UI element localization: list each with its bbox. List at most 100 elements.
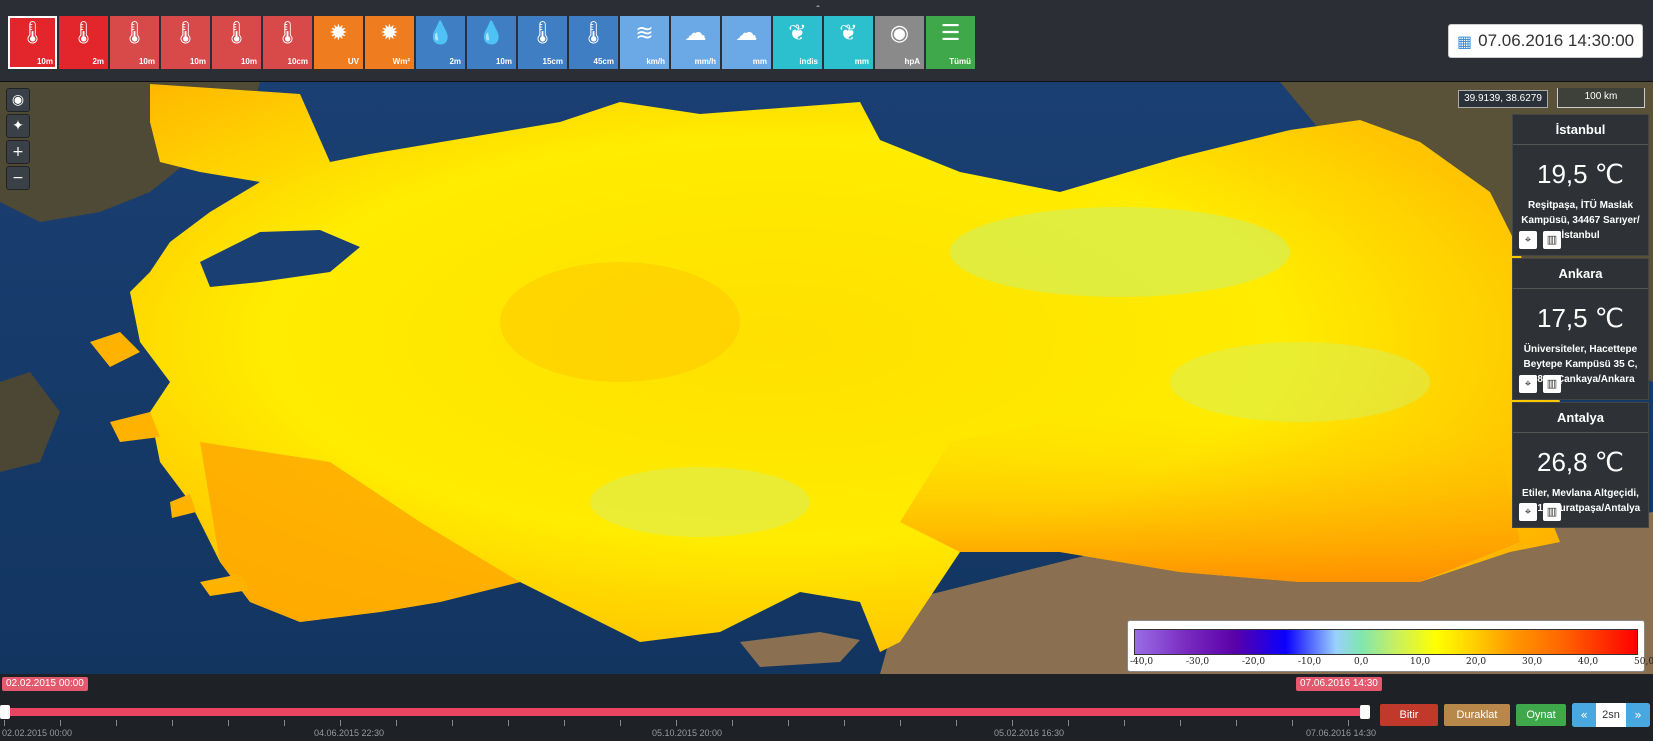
param-button-label: 2m <box>92 57 104 66</box>
param-button-soil-thermometer[interactable]: 🌡 45cm <box>569 16 618 69</box>
param-button-solar-radiation[interactable]: ✹ Wm² <box>365 16 414 69</box>
param-button-label: 2m <box>449 57 461 66</box>
soil-thermometer-icon: 🌡 <box>528 21 557 46</box>
datetime-value: 07.06.2016 14:30:00 <box>1478 31 1635 50</box>
legend-tick-label: -10,0 <box>1298 657 1322 667</box>
legend-tick-label: 20,0 <box>1466 657 1487 667</box>
city-card-ankara: Ankara 17,5 ℃ Üniversiteler, Hacettepe B… <box>1512 258 1649 400</box>
param-button-label: 10m <box>36 57 53 66</box>
city-temperature: 19,5 ℃ <box>1536 159 1625 189</box>
param-button-uv-sun[interactable]: ✹ UV <box>314 16 363 69</box>
tick-label: 04.06.2015 22:30 <box>314 728 385 738</box>
param-button-label: hpA <box>904 57 920 66</box>
param-button-thermometer[interactable]: 🌡 10m <box>110 16 159 69</box>
play-button[interactable]: Oynat <box>1516 704 1566 726</box>
param-button-rain-cloud[interactable]: ☁ mm/h <box>671 16 720 69</box>
uv-sun-icon: ✹ <box>329 21 348 46</box>
param-button-label: mm <box>752 57 767 66</box>
zoom-out-icon[interactable]: − <box>6 166 30 190</box>
param-button-download-list[interactable]: ☰ Tümü <box>926 16 975 69</box>
legend-tick-label: 0,0 <box>1354 657 1369 667</box>
solar-radiation-icon: ✹ <box>380 21 399 46</box>
param-button-label: 10m <box>138 57 155 66</box>
legend-tick-label: 10,0 <box>1410 657 1431 667</box>
param-button-soil-thermometer[interactable]: 🌡 15cm <box>518 16 567 69</box>
map-graphic <box>0 82 1653 674</box>
thermometer-snow-icon: 🌡 <box>69 21 98 46</box>
rain-cloud-icon: ☁ <box>735 21 758 46</box>
soil-thermometer-icon: 🌡 <box>579 21 608 46</box>
param-button-label: Tümü <box>949 57 971 66</box>
legend-tick-label: -20,0 <box>1242 657 1266 667</box>
timeline-panel: 02.02.2015 00:00 07.06.2016 14:30 02.02.… <box>0 674 1653 741</box>
timeline-ticks <box>4 720 1364 726</box>
tick-label: 02.02.2015 00:00 <box>2 728 73 738</box>
param-button-thermometer[interactable]: 🌡 10m <box>212 16 261 69</box>
calendar-icon: ▦ <box>1457 31 1473 51</box>
pressure-gauge-icon: ◉ <box>889 21 910 46</box>
legend-gradient <box>1134 629 1638 655</box>
param-button-label: UV <box>347 57 359 66</box>
param-button-rain-cloud[interactable]: ☁ mm <box>722 16 771 69</box>
param-button-plant[interactable]: ❦ mm <box>824 16 873 69</box>
tick-label: 07.06.2016 14:30 <box>1306 728 1377 738</box>
map-canvas[interactable]: ◉ ✦ + − İstanbul 19,5 ℃ Reşitpaşa, İTÜ M… <box>0 82 1653 674</box>
cursor-coordinates: 39.9139, 38.6279 <box>1458 90 1548 108</box>
param-button-thermometer-snow[interactable]: 🌡 2m <box>59 16 108 69</box>
thermometer-icon: 🌡 <box>120 21 149 46</box>
datetime-picker[interactable]: ▦ 07.06.2016 14:30:00 <box>1448 24 1643 58</box>
globe-icon[interactable]: ◉ <box>6 88 30 112</box>
chart-icon[interactable]: ▥ <box>1543 375 1561 393</box>
stop-button[interactable]: Bitir <box>1380 704 1438 726</box>
param-button-label: 10cm <box>287 57 308 66</box>
city-temperature: 26,8 ℃ <box>1536 447 1625 477</box>
speed-value: 2sn <box>1602 709 1620 721</box>
plant-icon: ❦ <box>839 21 858 46</box>
scale-bar: 100 km <box>1557 88 1645 108</box>
download-list-icon: ☰ <box>940 21 961 46</box>
timeline-end-flag: 07.06.2016 14:30 <box>1296 677 1382 691</box>
humidity-drop-icon: 💧 <box>477 21 506 46</box>
param-button-leaf[interactable]: ❦ indis <box>773 16 822 69</box>
legend-tick-label: 40,0 <box>1578 657 1599 667</box>
tick-label: 05.10.2015 20:00 <box>652 728 723 738</box>
chart-icon[interactable]: ▥ <box>1543 231 1561 249</box>
city-name: Ankara <box>1513 259 1648 289</box>
locate-city-icon[interactable]: ⌖ <box>1519 375 1537 393</box>
thermometer-icon: 🌡 <box>273 21 302 46</box>
humidity-drop-icon: 💧 <box>426 21 455 46</box>
leaf-icon: ❦ <box>788 21 807 46</box>
pause-button[interactable]: Duraklat <box>1444 704 1510 726</box>
legend-tick-label: -40,0 <box>1130 657 1154 667</box>
city-temperature: 17,5 ℃ <box>1536 303 1625 333</box>
faster-icon[interactable]: » <box>1626 703 1650 727</box>
param-button-thermometer[interactable]: 🌡 10m <box>161 16 210 69</box>
locate-icon[interactable]: ✦ <box>6 114 30 138</box>
app-root: ˆ 🌡 10m 🌡 2m 🌡 10m 🌡 10m 🌡 10m 🌡 10cm ✹ UV ✹ Wm² 💧 2m 💧 10m… <box>0 0 1653 741</box>
param-button-humidity-drop[interactable]: 💧 10m <box>467 16 516 69</box>
slower-icon[interactable]: « <box>1572 703 1596 727</box>
param-button-label: Wm² <box>392 57 410 66</box>
legend-tick-label: 30,0 <box>1522 657 1543 667</box>
timeline-start-handle[interactable] <box>0 705 10 719</box>
timeline-end-handle[interactable] <box>1360 705 1370 719</box>
zoom-in-icon[interactable]: + <box>6 140 30 164</box>
locate-city-icon[interactable]: ⌖ <box>1519 503 1537 521</box>
taurus-cool <box>590 467 810 537</box>
param-button-label: 10m <box>189 57 206 66</box>
param-button-humidity-drop[interactable]: 💧 2m <box>416 16 465 69</box>
northeast-cool <box>950 207 1290 297</box>
param-button-thermometer[interactable]: 🌡 10cm <box>263 16 312 69</box>
rain-cloud-icon: ☁ <box>684 21 707 46</box>
speed-control: « 2sn » <box>1572 703 1650 727</box>
chart-icon[interactable]: ▥ <box>1543 503 1561 521</box>
param-button-label: 45cm <box>593 57 614 66</box>
timeline-track[interactable] <box>4 708 1364 716</box>
locate-city-icon[interactable]: ⌖ <box>1519 231 1537 249</box>
east-cool <box>1170 342 1430 422</box>
thermometer-icon: 🌡 <box>171 21 200 46</box>
param-button-pressure-gauge[interactable]: ◉ hpA <box>875 16 924 69</box>
param-button-thermometer-snow[interactable]: 🌡 10m <box>8 16 57 69</box>
tick-label: 05.02.2016 16:30 <box>994 728 1065 738</box>
param-button-wind[interactable]: ≋ km/h <box>620 16 669 69</box>
